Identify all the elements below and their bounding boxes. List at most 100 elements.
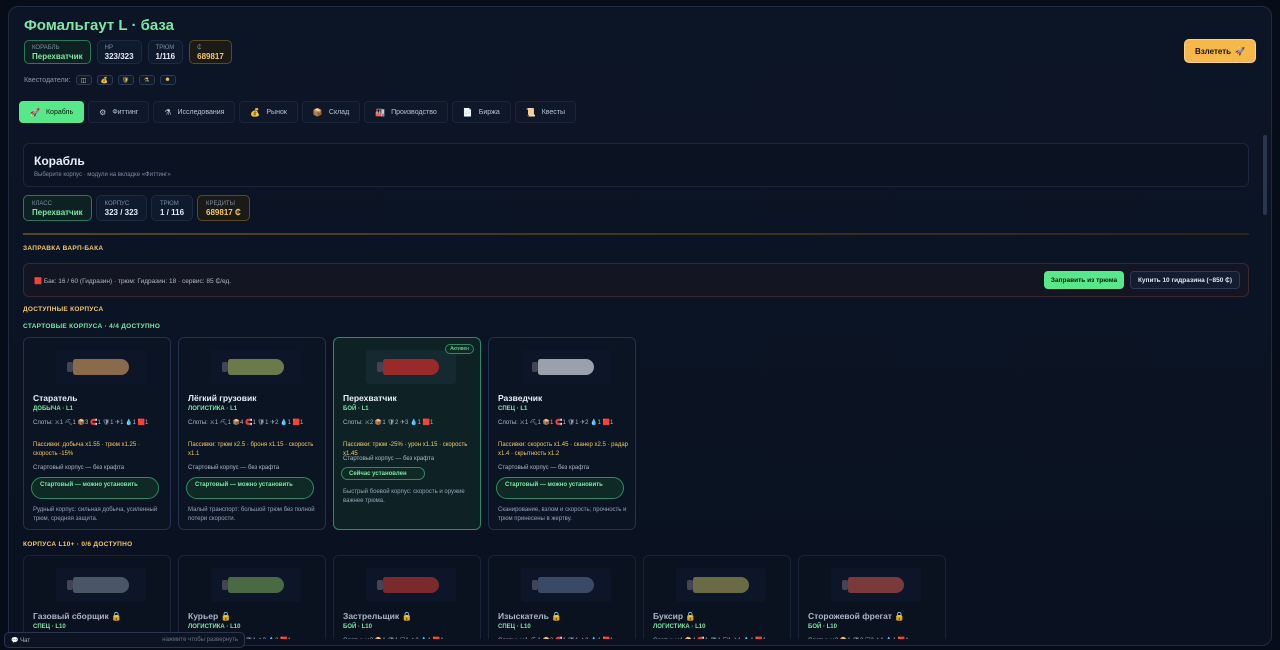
ship-stat: КРЕДИТЫ 689817 ₵: [197, 195, 250, 221]
ship-tab-content: Корабль Выберите корпус · модули на вкла…: [23, 143, 1249, 639]
hull-role: БОЙ · L1: [343, 406, 369, 412]
locked-hull-card[interactable]: Буксир 🔒 ЛОГИСТИКА · L10 Слоты: ⚔1 📦4 🧲1 🛡…: [643, 555, 791, 639]
active-badge: Активен: [445, 344, 474, 354]
hull-slots: Слоты: ⚔3 📦1 🛡1 ☐1 ✈2 💧1 🟥1: [343, 636, 475, 639]
tab-label: Биржа: [478, 108, 500, 116]
locked-hull-card[interactable]: Газовый сборщик 🔒СПЕЦ · L10Слоты: ⚔1 ⛏1 …: [23, 555, 171, 639]
header-stat: HP 323/323: [96, 40, 142, 64]
tab-8[interactable]: 📜 Квесты: [514, 101, 577, 123]
ship-image: [211, 350, 301, 384]
hull-name: Буксир 🔒: [653, 611, 696, 621]
tab-3[interactable]: ⚗ Исследования: [153, 101, 236, 123]
stat-value: 323/323: [104, 52, 134, 61]
tab-4[interactable]: 💰 Рынок: [239, 101, 298, 123]
quest-giver-icon[interactable]: ☻: [159, 75, 176, 85]
divider: [23, 233, 1249, 235]
hull-craft-note: Стартовый корпус — без крафта: [33, 465, 125, 471]
hull-role: СПЕЦ · L1: [498, 406, 528, 412]
stat-label: КОРПУС: [104, 201, 130, 207]
ship-icon: [532, 359, 594, 375]
locked-hull-card[interactable]: Сторожевой фрегат 🔒 БОЙ · L10 Слоты: ⚔2 📦1…: [798, 555, 946, 639]
tab-icon: 💰: [250, 107, 261, 117]
stat-value: 1 / 116: [160, 208, 185, 217]
hull-card[interactable]: Активен Перехватчик БОЙ · L1 Слоты: ⚔2 📦1 🛡…: [333, 337, 481, 530]
ship-panel: Корабль Выберите корпус · модули на вкла…: [23, 143, 1249, 187]
refuel-from-hold-button[interactable]: Заправить из трюма: [1044, 271, 1124, 289]
tab-icon: ⚗: [164, 107, 172, 117]
locked-hull-card[interactable]: Курьер 🔒ЛОГИСТИКА · L10Слоты: ⚔1 ⛏1 📦2 🛡…: [178, 555, 326, 639]
hull-description: Быстрый боевой корпус: скорость и оружие…: [343, 489, 465, 504]
ship-icon: [532, 577, 594, 593]
quest-giver-icon[interactable]: 🛡: [117, 75, 134, 85]
hull-name: Лёгкий грузовик: [188, 393, 257, 403]
tab-label: Производство: [391, 108, 437, 116]
hull-name: Перехватчик: [343, 393, 397, 403]
hull-status[interactable]: Стартовый — можно установить: [31, 477, 159, 499]
ship-image: [56, 350, 146, 384]
ship-panel-title: Корабль: [34, 154, 85, 168]
rocket-icon: 🚀: [1235, 46, 1246, 56]
hull-name: Сторожевой фрегат 🔒: [808, 611, 905, 621]
stat-label: КЛАСС: [32, 201, 52, 207]
stat-value: Перехватчик: [32, 52, 83, 61]
ship-icon: [842, 577, 904, 593]
locked-hull-card[interactable]: Изыскатель 🔒 СПЕЦ · L10 Слоты: ⚔1 ⛏1 📦2 🧲1…: [488, 555, 636, 639]
quest-giver-icon[interactable]: 💰: [96, 75, 113, 85]
hull-name: Курьер 🔒: [188, 611, 232, 621]
hull-card[interactable]: Старатель ДОБЫЧА · L1 Слоты: ⚔1 ⛏1 📦3 🧲1 🛡…: [23, 337, 171, 530]
fuel-status: 🟥 Бак: 16 / 60 (Гидразин) · трюм: Гидраз…: [34, 278, 232, 285]
hull-role: ЛОГИСТИКА · L10: [188, 624, 241, 630]
tab-label: Склад: [328, 108, 350, 116]
hull-slots: Слоты: ⚔2 📦1 🛡2 ✈3 💧1 🟥1: [343, 420, 434, 426]
hull-role: ДОБЫЧА · L1: [33, 406, 74, 412]
hull-slots: Слоты: ⚔1 ⛏1 📦2 🧲1 🛡1 ✈2 💧1 🟥1: [498, 636, 630, 639]
locked-hull-card[interactable]: Застрельщик 🔒 БОЙ · L10 Слоты: ⚔3 📦1 🛡1 ☐1…: [333, 555, 481, 639]
hull-passives: Пассивки: скорость x1.45 · сканер x2.5 ·…: [498, 442, 629, 457]
stat-label: ТРЮМ: [155, 45, 175, 51]
ship-icon: [222, 359, 284, 375]
hull-role: СПЕЦ · L10: [33, 624, 66, 630]
stat-value: 323 / 323: [104, 208, 138, 217]
ship-icon: [377, 577, 439, 593]
quest-giver-icon[interactable]: ⚗: [138, 75, 155, 85]
ship-icon: [687, 577, 749, 593]
tab-icon: 🏭: [375, 107, 386, 117]
hull-name: Изыскатель 🔒: [498, 611, 562, 621]
hull-description: Малый транспорт: большой трюм без полной…: [188, 507, 315, 522]
tab-6[interactable]: 🏭 Производство: [364, 101, 448, 123]
ship-image: [56, 568, 146, 602]
tab-icon: 🚀: [30, 107, 40, 117]
hull-role: БОЙ · L10: [343, 624, 372, 630]
hull-craft-note: Стартовый корпус — без крафта: [498, 465, 590, 471]
header-stats: КОРАБЛЬ Перехватчик HP 323/323 ТРЮМ 1/116 ₵ 689…: [24, 40, 232, 64]
stat-value: 689817 ₵: [206, 208, 241, 217]
ship-icon: [377, 359, 439, 375]
base-window: Фомальгаут L · база КОРАБЛЬ Перехватчик HP…: [8, 6, 1272, 646]
header-stat: ТРЮМ 1/116: [147, 40, 184, 64]
stat-label: КРЕДИТЫ: [206, 201, 235, 207]
tab-5[interactable]: 📦 Склад: [301, 101, 361, 123]
hull-description: Рудный корпус: сильная добыча, усиленный…: [33, 507, 158, 522]
hull-card[interactable]: Лёгкий грузовик ЛОГИСТИКА · L1 Слоты: ⚔1 ⛏…: [178, 337, 326, 530]
tab-1[interactable]: 🚀 Корабль: [19, 101, 85, 123]
quest-giver-icon[interactable]: ◫: [75, 75, 92, 85]
hull-card[interactable]: Разведчик СПЕЦ · L1 Слоты: ⚔1 ⛏1 📦1 🧲1 🛡1 …: [488, 337, 636, 530]
ship-stats: КЛАСС Перехватчик КОРПУС 323 / 323 ТРЮМ 1 / 1…: [23, 195, 250, 221]
tab-2[interactable]: ⚙ Фиттинг: [88, 101, 150, 123]
stat-label: КОРАБЛЬ: [32, 45, 60, 51]
chat-bar[interactable]: 💬 Чат нажмите чтобы развернуть: [4, 632, 245, 648]
launch-button[interactable]: Взлететь 🚀: [1184, 39, 1256, 63]
station-title: Фомальгаут L · база: [24, 17, 174, 34]
hull-description: Сканирование, взлом и скорость; прочност…: [498, 507, 627, 522]
hull-role: СПЕЦ · L10: [498, 624, 531, 630]
tab-icon: 📦: [312, 107, 323, 117]
buy-fuel-button[interactable]: Купить 10 гидразина (−850 ₵): [1130, 271, 1240, 289]
ship-image: [366, 568, 456, 602]
tab-label: Корабль: [45, 108, 74, 116]
hull-status[interactable]: Стартовый — можно установить: [496, 477, 624, 499]
hull-status[interactable]: Стартовый — можно установить: [186, 477, 314, 499]
scrollbar[interactable]: [1263, 135, 1267, 215]
ship-image: [366, 350, 456, 384]
tab-7[interactable]: 📄 Биржа: [451, 101, 511, 123]
quest-givers: Квестодатели: ◫ 💰 🛡 ⚗ ☻: [24, 75, 176, 85]
